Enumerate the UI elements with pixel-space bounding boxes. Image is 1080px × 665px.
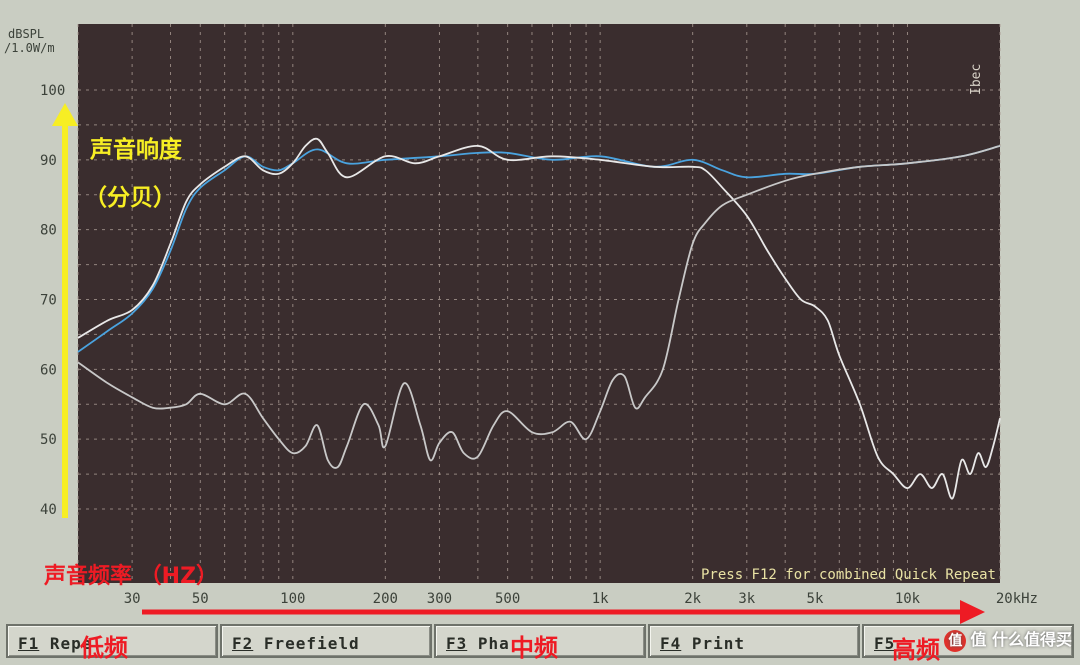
y-tick-label: 70 [40,293,57,309]
y-unit-label-line1: dBSPL [8,27,44,41]
watermark-logo-icon: 值 [944,629,967,652]
y-tick-label: 40 [40,502,57,518]
y-tick-label: 50 [40,432,57,448]
x-axis-title: 声音频率 （HZ） [44,564,219,589]
f2-label: Freefield [253,634,360,653]
band-mid-label: 中频 [510,634,558,662]
band-high-label: 高频 [892,636,940,664]
f4-print-button[interactable]: F4 Print [648,624,860,658]
f3-key: F3 [446,634,468,653]
footer-note: Press F12 for combined Quick Repeat [701,567,996,583]
x-tick-label: 10k [895,591,921,607]
x-tick-label: 300 [427,591,452,607]
f4-label: Print [681,634,746,653]
y-tick-label: 60 [40,362,57,378]
y-tick-label: 100 [40,83,65,99]
x-tick-labels: 30 50 100 200 300 500 1k 2k 3k 5k 10k 20kHz [124,591,1038,607]
x-tick-label: 30 [124,591,141,607]
x-tick-label: 3k [738,591,755,607]
y-unit-label-line2: /1.0W/m [4,41,55,55]
side-label: Ibec [969,64,984,95]
x-tick-label: 50 [192,591,209,607]
x-tick-label: 500 [495,591,520,607]
x-tick-label: 200 [373,591,398,607]
band-low-label: 低频 [80,634,128,662]
f1-key: F1 [18,634,40,653]
f3-label: Pha [467,634,510,653]
red-arrow-head [960,600,985,624]
y-axis-title-line1: 声音响度 [90,137,182,163]
x-tick-label: 100 [280,591,305,607]
f2-freefield-button[interactable]: F2 Freefield [220,624,432,658]
y-tick-label: 80 [40,223,57,239]
y-tick-labels: 40 50 60 70 80 90 100 [40,83,65,518]
watermark: 值值 什么值得买 [944,626,1072,652]
x-tick-label: 5k [807,591,824,607]
watermark-text: 值 什么值得买 [970,630,1072,649]
x-tick-label: 20kHz [996,591,1038,607]
x-tick-label: 2k [684,591,701,607]
x-tick-label: 1k [592,591,609,607]
yellow-arrow-head [52,103,78,126]
f2-key: F2 [232,634,254,653]
y-axis-title-line2: （分贝） [84,185,176,211]
f4-key: F4 [660,634,682,653]
y-tick-label: 90 [40,153,57,169]
plot-area [78,24,1000,583]
